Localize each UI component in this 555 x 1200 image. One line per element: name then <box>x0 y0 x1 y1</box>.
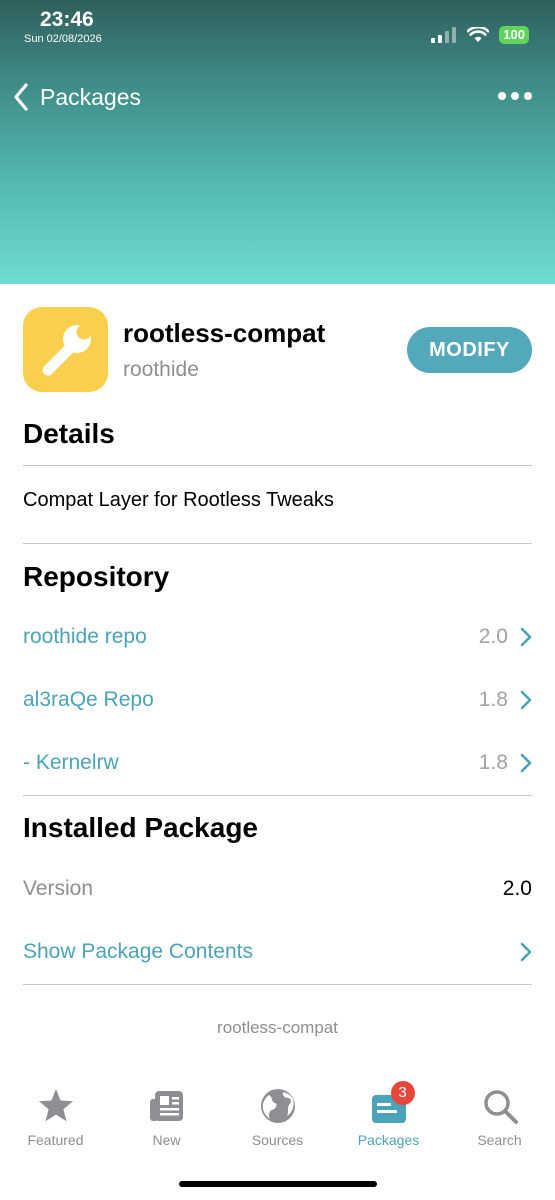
installed-version-row: Version 2.0 <box>23 869 532 909</box>
repository-version: 1.8 <box>478 688 508 711</box>
repository-heading: Repository <box>23 561 170 592</box>
wifi-icon <box>467 27 490 42</box>
package-author: roothide <box>123 358 199 381</box>
tab-search[interactable]: Search <box>444 1085 555 1155</box>
version-label: Version <box>23 877 94 900</box>
status-time: 23:46 <box>40 8 94 31</box>
chevron-right-icon <box>520 627 532 647</box>
tab-sources[interactable]: Sources <box>222 1085 333 1155</box>
divider <box>23 465 532 466</box>
back-button[interactable]: Packages <box>12 82 141 112</box>
more-button[interactable] <box>497 88 533 106</box>
repository-row-kernelrw[interactable]: - Kernelrw 1.8 <box>23 743 532 783</box>
wrench-icon <box>42 318 97 375</box>
modify-button[interactable]: MODIFY <box>407 327 532 373</box>
divider <box>23 984 532 985</box>
repository-name: - Kernelrw <box>23 751 119 774</box>
details-description-row: Compat Layer for Rootless Tweaks <box>23 480 532 520</box>
package-icon <box>23 307 108 392</box>
packages-badge: 3 <box>390 1081 415 1105</box>
details-description: Compat Layer for Rootless Tweaks <box>23 488 334 511</box>
details-heading: Details <box>23 418 115 449</box>
chevron-right-icon <box>520 753 532 773</box>
battery-indicator: 100 <box>499 26 529 44</box>
chevron-left-icon <box>14 83 28 111</box>
tab-label: Packages <box>357 1132 420 1148</box>
header-banner: 23:46 Sun 02/08/2026 100 Packages <box>0 0 555 284</box>
globe-icon <box>260 1089 295 1123</box>
show-package-contents-label: Show Package Contents <box>23 940 253 963</box>
newspaper-icon <box>149 1091 183 1121</box>
repository-row-roothide[interactable]: roothide repo 2.0 <box>23 617 532 657</box>
version-value: 2.0 <box>502 877 532 900</box>
repository-version: 1.8 <box>478 751 508 774</box>
tab-bar: Featured New Sources 3 Packages Search <box>0 1081 555 1155</box>
repository-name: al3raQe Repo <box>23 688 154 711</box>
divider <box>23 543 532 544</box>
tab-label: New <box>152 1132 181 1148</box>
status-date: Sun 02/08/2026 <box>24 33 102 45</box>
divider <box>23 795 532 796</box>
search-icon <box>483 1090 518 1124</box>
package-name: rootless-compat <box>123 318 326 348</box>
home-indicator[interactable] <box>179 1181 377 1187</box>
tab-label: Sources <box>251 1132 304 1148</box>
chevron-right-icon <box>520 690 532 710</box>
tab-label: Search <box>477 1132 522 1148</box>
star-icon <box>38 1089 73 1122</box>
footer-package-id: rootless-compat <box>217 1018 338 1037</box>
show-package-contents-row[interactable]: Show Package Contents <box>23 932 532 972</box>
signal-icon <box>431 27 457 43</box>
repository-name: roothide repo <box>23 625 147 648</box>
repository-version: 2.0 <box>478 625 508 648</box>
tab-featured[interactable]: Featured <box>0 1085 111 1155</box>
back-label: Packages <box>40 83 142 110</box>
ellipsis-icon <box>498 92 532 100</box>
installed-heading: Installed Package <box>23 812 259 843</box>
tab-packages[interactable]: 3 Packages <box>333 1081 444 1155</box>
tab-label: Featured <box>27 1132 84 1148</box>
repository-row-al3raqe[interactable]: al3raQe Repo 1.8 <box>23 680 532 720</box>
chevron-right-icon <box>520 942 532 962</box>
status-indicators: 100 <box>431 24 529 46</box>
tab-new[interactable]: New <box>111 1085 222 1155</box>
